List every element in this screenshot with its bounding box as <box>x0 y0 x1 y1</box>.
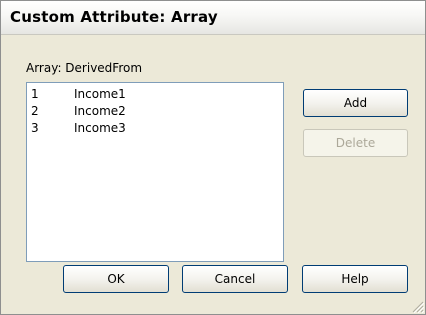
window-title: Custom Attribute: Array <box>10 8 218 26</box>
cancel-button[interactable]: Cancel <box>182 265 288 293</box>
add-button[interactable]: Add <box>303 89 408 117</box>
list-item-value: Income1 <box>74 87 126 101</box>
array-label: Array: DerivedFrom <box>26 61 143 75</box>
list-item-value: Income2 <box>74 104 126 118</box>
list-item-index: 2 <box>31 104 39 118</box>
list-item-index: 1 <box>31 87 39 101</box>
delete-button[interactable]: Delete <box>303 129 408 157</box>
title-bar[interactable]: Custom Attribute: Array <box>1 1 425 35</box>
ok-button[interactable]: OK <box>63 265 169 293</box>
resize-grip-icon[interactable] <box>412 301 424 313</box>
array-listbox[interactable]: 1 Income1 2 Income2 3 Income3 <box>26 82 284 262</box>
list-item-value: Income3 <box>74 121 126 135</box>
help-button[interactable]: Help <box>302 265 408 293</box>
list-item-index: 3 <box>31 121 39 135</box>
